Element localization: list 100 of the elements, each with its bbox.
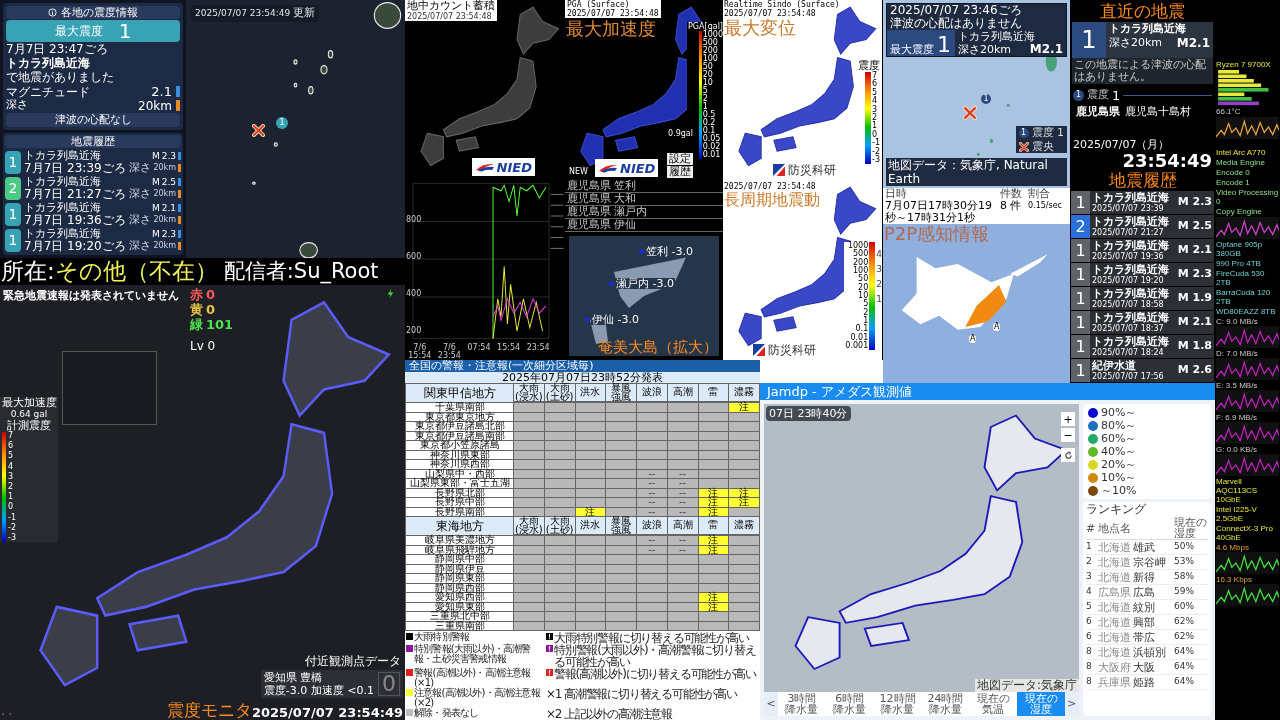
warning-cell — [514, 403, 544, 412]
column-header: # — [1086, 522, 1097, 534]
intensity-label: 震度 — [1087, 87, 1109, 103]
warning-cell — [667, 602, 698, 611]
warning-cell: -- — [637, 498, 667, 507]
data-tab[interactable]: 現在の 気温 — [969, 692, 1018, 716]
legend-text: 特別警報(大雨以外)・高潮警報・土砂災害警戒情報 — [414, 644, 532, 664]
legend-title: PGA[gal] — [688, 22, 723, 31]
warning-cell — [544, 412, 575, 421]
history-region: トカラ列島近海 — [1092, 288, 1170, 300]
data-tab[interactable]: 24時間 降水量 — [921, 692, 970, 716]
warning-cell — [606, 422, 636, 431]
station-marker: 1 — [276, 117, 288, 129]
warning-cell — [606, 593, 636, 602]
warning-cell — [575, 469, 606, 478]
scale-tick: 20 — [858, 283, 869, 292]
station-name: 浜頓別 — [1133, 646, 1166, 658]
logo-text: NIED — [620, 161, 656, 175]
tsunami-status: 津波の心配はありません — [889, 17, 1023, 30]
station-row: 鹿児島県 笠利 — [565, 180, 723, 193]
depth-bar — [178, 190, 181, 198]
column-header-cell: 大雨 (土砂) — [544, 517, 575, 534]
zoom-out-button[interactable]: − — [1061, 428, 1075, 442]
warning-cell — [698, 621, 729, 630]
ranking-title: ランキング — [1086, 502, 1147, 517]
rank-number: 6 — [1086, 630, 1093, 644]
warning-cell: 注 — [729, 403, 759, 412]
intensity-marker: 1 — [1073, 89, 1084, 101]
warning-cell: 注 — [698, 536, 729, 545]
data-tab[interactable]: 3時間 降水量 — [778, 692, 826, 716]
warning-cell — [667, 460, 698, 469]
history-datetime: 2025/07/07 19:20 — [1092, 276, 1165, 285]
humidity-value: 62% — [1174, 630, 1195, 644]
warning-cell — [729, 507, 759, 516]
warning-cell: -- — [667, 536, 698, 545]
area-name-cell: 静岡県西部 — [406, 583, 513, 592]
warning-cell — [575, 583, 606, 592]
warning-cell — [637, 431, 667, 440]
warning-cell — [575, 431, 606, 440]
column-header: 割合 — [1028, 188, 1051, 200]
sparkline-drawing — [1216, 424, 1279, 443]
data-tab[interactable]: 12時間 降水量 — [873, 692, 922, 716]
zoom-in-button[interactable]: + — [1061, 412, 1075, 426]
previous-button[interactable]: < — [764, 692, 778, 716]
warning-cell — [729, 460, 759, 469]
station-name: 興部 — [1133, 616, 1155, 628]
scale-tick: -3 — [872, 155, 880, 164]
gpu-engine-label: Encode 0 — [1216, 168, 1251, 177]
refresh-button[interactable] — [1061, 448, 1075, 462]
column-header: 現在の湿度 — [1174, 517, 1208, 539]
humidity-value: 62% — [1174, 615, 1195, 629]
column-header-cell: 雷 — [698, 384, 729, 401]
history-datetime: 2025/07/07 18:24 — [1092, 348, 1165, 357]
warning-cell — [667, 593, 698, 602]
warning-cell — [729, 593, 759, 602]
warning-cell — [606, 612, 636, 621]
logo-text: 防災科研 — [788, 164, 836, 176]
warning-cell — [698, 574, 729, 583]
warning-cell — [575, 574, 606, 583]
next-button[interactable]: > — [1064, 692, 1079, 716]
scale-tick: 4 — [8, 462, 15, 471]
area-name-cell: 東京都小笠原諸島 — [406, 441, 513, 450]
warning-cell — [544, 403, 575, 412]
history-magnitude: M 2.1 — [1177, 314, 1213, 331]
intensity-badge: 1 — [5, 202, 21, 226]
scale-tick: 3 — [8, 472, 15, 481]
warning-cell: 注 — [575, 507, 606, 516]
column-header-cell: 雷 — [698, 517, 729, 534]
area-name-cell: 三重県南部 — [406, 621, 513, 630]
legend-label: ～10% — [1101, 485, 1137, 496]
column-header-cell: 波浪 — [637, 384, 667, 401]
history-region: トカラ列島近海 — [1092, 336, 1170, 348]
station-values: 震度-3.0 加速度 <0.1 — [263, 684, 374, 697]
history-magnitude: M 2.5 — [1177, 218, 1213, 235]
warning-cell — [606, 555, 636, 564]
warning-cell — [667, 564, 698, 573]
map-timestamp: 2025/07/07 23:54:48 — [567, 9, 659, 18]
depth-label: 深さ — [129, 162, 152, 174]
x-tick: 7/6 23:54 — [436, 344, 462, 360]
network-adapter-label: Marvell AQC113CS 10GbE — [1216, 477, 1259, 504]
history-magnitude: M 1.9 — [1177, 290, 1213, 307]
scale-tick: -2 — [872, 147, 880, 156]
warning-cell — [698, 612, 729, 621]
x-tick: 23:54 — [525, 344, 551, 354]
sparkline-drawing — [1216, 456, 1279, 475]
panel-button[interactable]: 設定 — [667, 153, 693, 165]
warning-cell — [606, 545, 636, 554]
magnitude-value: 2.3 — [161, 228, 176, 240]
data-tab[interactable]: 6時間 降水量 — [825, 692, 874, 716]
scale-tick: 0.01 — [850, 333, 869, 342]
scale-tick: 1000 — [847, 242, 869, 250]
logo-text: NIED — [496, 160, 532, 174]
scale-tick: 50 — [702, 63, 713, 71]
scale-label: 計測震度 — [7, 420, 51, 432]
warning-cell — [514, 564, 544, 573]
station-name: 雄武 — [1133, 541, 1155, 553]
intensity-value: 1 — [118, 21, 132, 41]
panel-button[interactable]: 履歴 — [667, 166, 693, 178]
area-name-cell: 神奈川県東部 — [406, 450, 513, 459]
warning-cell — [575, 479, 606, 488]
